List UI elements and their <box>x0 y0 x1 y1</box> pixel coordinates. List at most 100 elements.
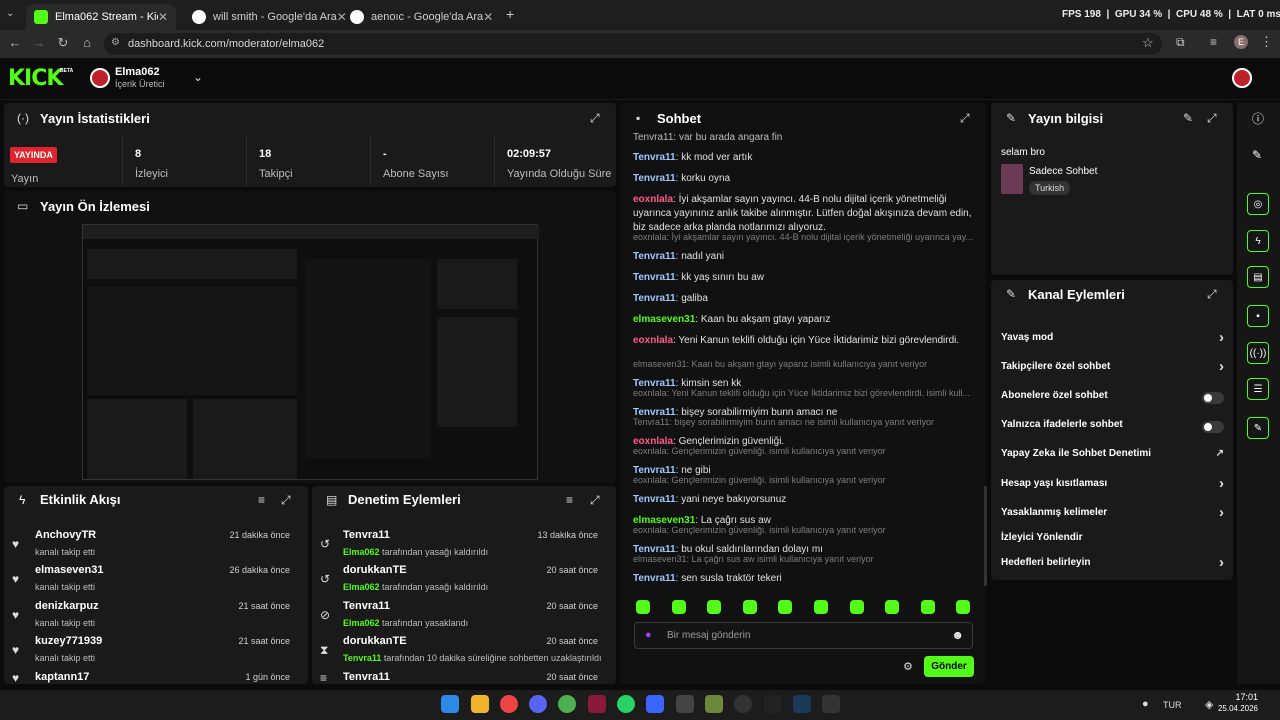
chat-username[interactable]: elmaseven31 <box>633 314 695 325</box>
close-tab-icon[interactable]: ✕ <box>158 10 168 24</box>
browser-menu-icon[interactable]: ⋮ <box>1260 34 1273 50</box>
chat-username[interactable]: Tenvra11 <box>633 173 676 184</box>
emote-icon[interactable] <box>920 600 935 614</box>
emote-icon[interactable] <box>707 600 722 614</box>
info-icon[interactable]: ⓘ <box>1252 110 1264 127</box>
popout-icon[interactable]: ⤢ <box>1207 287 1217 302</box>
channel-action-item[interactable]: Yavaş mod › <box>1001 329 1226 352</box>
chat-scrollbar[interactable] <box>984 486 987 586</box>
chevron-right-icon[interactable]: › <box>1219 554 1224 571</box>
home-icon[interactable]: ⌂ <box>78 35 96 50</box>
activity-user[interactable]: kuzey771939 <box>35 635 102 647</box>
language-indicator[interactable]: TUR <box>1163 700 1182 710</box>
chevron-right-icon[interactable]: › <box>1219 358 1224 375</box>
extensions-icon[interactable]: ⧉ <box>1176 35 1185 50</box>
channel-avatar[interactable] <box>90 68 110 88</box>
app-icon[interactable] <box>588 695 606 713</box>
activity-user[interactable]: kaptann17 <box>35 671 89 683</box>
popout-icon[interactable]: ⤢ <box>281 493 291 508</box>
activity-user[interactable]: denizkarpuz <box>35 600 99 612</box>
new-tab-button[interactable]: + <box>506 6 514 22</box>
browser-tab[interactable]: will smith - Google'da Ara ✕ <box>184 4 347 30</box>
app-icon[interactable] <box>676 695 694 713</box>
filter-icon[interactable]: ≡ <box>566 493 573 507</box>
chevron-right-icon[interactable]: › <box>1219 329 1224 346</box>
bookmark-star-icon[interactable]: ☆ <box>1142 35 1154 51</box>
emote-icon[interactable] <box>814 600 828 614</box>
file-explorer-icon[interactable] <box>471 695 489 713</box>
external-link-icon[interactable]: ↗ <box>1216 448 1224 459</box>
app-icon[interactable] <box>646 695 664 713</box>
steam-icon[interactable] <box>793 695 811 713</box>
rail-camera-icon[interactable]: ◎ <box>1247 193 1269 215</box>
chat-username[interactable]: Tenvra11 <box>633 251 676 262</box>
user-avatar[interactable] <box>1232 68 1252 88</box>
browser-tab[interactable]: Elma062 Stream - Kick Dashbo ✕ <box>26 4 176 30</box>
popout-icon[interactable]: ⤢ <box>960 111 970 126</box>
edit-pencil-icon[interactable]: ✎ <box>1183 111 1193 125</box>
rail-broadcast-icon[interactable]: ((·)) <box>1247 342 1269 364</box>
rail-bolt-icon[interactable]: ϟ <box>1247 230 1269 252</box>
url-field[interactable]: dashboard.kick.com/moderator/elma062 <box>104 33 1162 55</box>
emote-icon[interactable] <box>636 600 650 614</box>
chat-username[interactable]: Tenvra11 <box>633 573 676 584</box>
channel-action-item[interactable]: Yapay Zeka ile Sohbet Denetimi ↗ <box>1001 448 1226 468</box>
rail-document-icon[interactable]: ▤ <box>1247 266 1269 288</box>
rail-layout-icon[interactable]: ☰ <box>1247 378 1269 400</box>
reading-list-icon[interactable]: ≡ <box>1210 35 1217 49</box>
microphone-icon[interactable]: ● <box>645 629 652 641</box>
channel-action-item[interactable]: Takipçilere özel sohbet › <box>1001 358 1226 381</box>
emote-icon[interactable] <box>778 600 793 614</box>
category-thumbnail[interactable] <box>1001 164 1023 194</box>
chat-username[interactable]: Tenvra11 <box>633 293 676 304</box>
filter-icon[interactable]: ≡ <box>258 493 265 507</box>
edit-pencil-icon[interactable]: ✎ <box>1252 148 1262 162</box>
close-tab-icon[interactable]: ✕ <box>483 10 493 24</box>
rail-chat-icon[interactable]: ▪ <box>1247 305 1269 327</box>
mod-target[interactable]: Tenvra11 <box>343 529 390 541</box>
reload-icon[interactable]: ↻ <box>54 35 72 51</box>
toggle-switch[interactable] <box>1202 421 1224 433</box>
channel-action-item[interactable]: Hesap yaşı kısıtlaması › <box>1001 475 1226 498</box>
mod-target[interactable]: Tenvra11 <box>343 671 390 683</box>
emote-icon[interactable] <box>849 600 864 614</box>
whatsapp-icon[interactable] <box>617 695 635 713</box>
start-windows-icon[interactable] <box>441 695 459 713</box>
browser-tab[interactable]: aenoıc - Google'da Ara ✕ <box>342 4 498 30</box>
mod-actor[interactable]: Elma062 <box>343 582 380 592</box>
stream-preview-video[interactable] <box>82 224 539 480</box>
stream-category[interactable]: Sadece Sohbet <box>1029 166 1097 177</box>
chrome-profile-icon[interactable] <box>558 695 576 713</box>
kick-logo[interactable]: KICK <box>8 66 63 91</box>
channel-action-item[interactable]: Abonelere özel sohbet <box>1001 390 1226 410</box>
chrome-icon[interactable] <box>500 695 518 713</box>
minecraft-icon[interactable] <box>705 695 723 713</box>
forward-icon[interactable]: → <box>30 35 48 50</box>
channel-action-item[interactable]: Yasaklanmış kelimeler › <box>1001 504 1226 527</box>
rail-wrench-icon[interactable]: ✎ <box>1247 417 1269 439</box>
epic-games-icon[interactable] <box>764 695 782 713</box>
microphone-icon[interactable]: ● <box>1142 698 1149 710</box>
mod-target[interactable]: dorukkanTE <box>343 635 407 647</box>
chat-username[interactable]: eoxnlala <box>633 335 673 346</box>
toggle-switch[interactable] <box>1202 392 1224 404</box>
activity-user[interactable]: elmaseven31 <box>35 564 104 576</box>
emote-icon[interactable] <box>742 600 757 614</box>
app-icon[interactable] <box>822 695 840 713</box>
chat-settings-gear-icon[interactable]: ⚙ <box>903 660 913 673</box>
emote-icon[interactable] <box>885 600 900 614</box>
popout-icon[interactable]: ⤢ <box>590 493 600 508</box>
chat-input[interactable]: ● Bir mesaj gönderin ☻ <box>634 622 973 649</box>
popout-icon[interactable]: ⤢ <box>590 111 600 126</box>
send-button[interactable]: Gönder <box>924 656 974 677</box>
mod-target[interactable]: dorukkanTE <box>343 564 407 576</box>
chat-username[interactable]: Tenvra11 <box>633 494 676 505</box>
mod-actor[interactable]: Tenvra11 <box>343 653 381 663</box>
emoji-icon[interactable]: ☻ <box>951 628 964 642</box>
chat-username[interactable]: Tenvra11 <box>633 272 676 283</box>
chevron-right-icon[interactable]: › <box>1219 504 1224 521</box>
site-info-icon[interactable]: ⚙ <box>111 37 120 48</box>
clock-time[interactable]: 17:01 <box>1222 692 1258 702</box>
mod-actor[interactable]: Elma062 <box>343 618 380 628</box>
chevron-right-icon[interactable]: › <box>1219 475 1224 492</box>
